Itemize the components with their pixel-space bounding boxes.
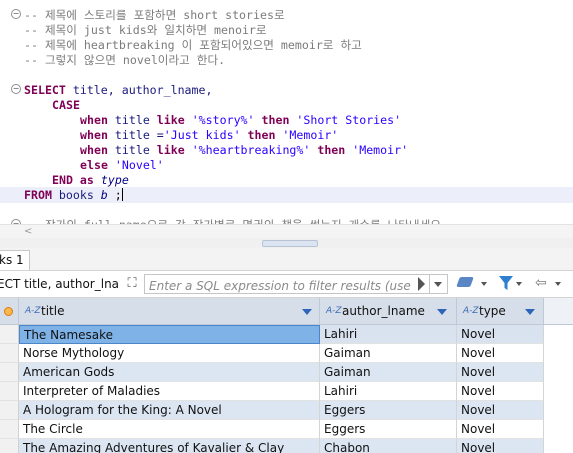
- table-row[interactable]: Norse Mythology Gaiman Novel: [0, 344, 573, 363]
- filter-field[interactable]: [144, 274, 430, 295]
- table-cell-type[interactable]: Novel: [457, 363, 544, 382]
- sort-dropdown-icon[interactable]: [437, 309, 447, 315]
- eraser-icon[interactable]: [456, 277, 474, 287]
- comment-line: -- 제목이 just kids와 일치하면 menoir로: [24, 23, 267, 37]
- chevron-down-icon: [434, 282, 442, 287]
- column-header-type[interactable]: A-Z type: [457, 298, 544, 325]
- table-cell-author-lname[interactable]: Eggers: [320, 401, 457, 420]
- comment-line: -- 그렇지 않으면 novel이라고 한다.: [24, 53, 226, 67]
- text-type-icon: A-Z: [25, 306, 41, 316]
- splitter-grip-icon[interactable]: [262, 240, 318, 247]
- sort-dropdown-icon[interactable]: [525, 309, 535, 315]
- fold-toggle-icon[interactable]: −: [11, 9, 21, 19]
- table-cell-type[interactable]: Novel: [457, 382, 544, 401]
- chevron-down-icon[interactable]: [481, 282, 487, 286]
- scroll-left-icon[interactable]: <: [24, 226, 32, 237]
- sql-line-when-3: when title like '%heartbreaking%' then '…: [80, 143, 409, 157]
- text-type-icon: A-Z: [463, 306, 479, 316]
- row-header[interactable]: [0, 344, 19, 363]
- row-header[interactable]: [0, 363, 19, 382]
- back-arrow-icon[interactable]: ⇦: [535, 276, 551, 290]
- row-header[interactable]: [0, 439, 19, 453]
- tab-results[interactable]: ks 1: [0, 250, 30, 270]
- filter-history-dropdown[interactable]: [430, 274, 448, 294]
- table-cell-type[interactable]: Novel: [457, 344, 544, 363]
- table-cell-author-lname[interactable]: Chabon: [320, 439, 457, 453]
- text-type-icon: A-Z: [326, 306, 342, 316]
- table-cell-title[interactable]: Norse Mythology: [19, 344, 320, 363]
- sql-editor[interactable]: − -- 제목에 스토리를 포함하면 short stories로 -- 제목이…: [0, 0, 573, 226]
- table-cell-type[interactable]: Novel: [457, 325, 544, 344]
- expand-icon[interactable]: ⛶: [124, 276, 140, 292]
- table-cell-type[interactable]: Novel: [457, 420, 544, 439]
- table-row[interactable]: The Namesake Lahiri Novel: [0, 325, 573, 344]
- panel-splitter[interactable]: [0, 238, 573, 248]
- table-cell-author-lname[interactable]: Eggers: [320, 420, 457, 439]
- row-header[interactable]: [0, 325, 19, 344]
- sql-line-from: FROM books b ;: [24, 188, 123, 202]
- table-row[interactable]: A Hologram for the King: A Novel Eggers …: [0, 401, 573, 420]
- comment-line: -- 제목에 스토리를 포함하면 short stories로: [24, 8, 285, 22]
- filter-input[interactable]: [145, 277, 415, 295]
- query-text-preview[interactable]: ECT title, author_lnam: [0, 275, 118, 293]
- chevron-down-icon[interactable]: [516, 282, 522, 286]
- table-cell-author-lname[interactable]: Gaiman: [320, 363, 457, 382]
- column-header-filler: [544, 298, 573, 325]
- sql-line-else: else 'Novel': [80, 158, 164, 172]
- table-cell-title[interactable]: A Hologram for the King: A Novel: [19, 401, 320, 420]
- row-header[interactable]: [0, 420, 19, 439]
- table-row[interactable]: The Amazing Adventures of Kavalier & Cla…: [0, 439, 573, 453]
- text-caret: [121, 188, 123, 201]
- table-cell-type[interactable]: Novel: [457, 439, 544, 453]
- filter-funnel-icon[interactable]: [499, 275, 513, 291]
- row-header[interactable]: [0, 382, 19, 401]
- table-cell-title[interactable]: American Gods: [19, 363, 320, 382]
- results-panel: ks 1 ECT title, author_lnam ⛶ ⇦ A-Z titl…: [0, 248, 573, 453]
- table-cell-title[interactable]: The Namesake: [19, 325, 320, 344]
- comment-line: -- 제목에 heartbreaking 이 포함되어있으면 memoir로 하…: [24, 38, 362, 52]
- table-cell-author-lname[interactable]: Gaiman: [320, 344, 457, 363]
- record-indicator-icon: [4, 307, 13, 316]
- table-cell-type[interactable]: Novel: [457, 401, 544, 420]
- column-header-author-lname[interactable]: A-Z author_lname: [320, 298, 457, 325]
- table-row[interactable]: Interpreter of Maladies Lahiri Novel: [0, 382, 573, 401]
- sql-line-when-2: when title ='Just kids' then 'Memoir': [80, 128, 339, 142]
- table-row[interactable]: American Gods Gaiman Novel: [0, 363, 573, 382]
- results-grid: A-Z title A-Z author_lname A-Z type The …: [0, 298, 573, 453]
- table-cell-title[interactable]: The Circle: [19, 420, 320, 439]
- chevron-down-icon[interactable]: [555, 282, 561, 286]
- sql-line-select: SELECT title, author_lname,: [24, 83, 213, 97]
- fold-toggle-icon[interactable]: −: [11, 84, 21, 94]
- column-header-title[interactable]: A-Z title: [19, 298, 320, 325]
- sql-line-end: END as type: [52, 173, 129, 187]
- table-cell-title[interactable]: Interpreter of Maladies: [19, 382, 320, 401]
- results-tab-bar: ks 1: [0, 248, 573, 271]
- column-label: author_lname: [342, 304, 425, 318]
- sql-line-when-1: when title like '%story%' then 'Short St…: [80, 113, 402, 127]
- table-cell-author-lname[interactable]: Lahiri: [320, 325, 457, 344]
- filter-bar: ECT title, author_lnam ⛶ ⇦: [0, 271, 573, 298]
- sort-dropdown-icon[interactable]: [302, 309, 312, 315]
- table-cell-title[interactable]: The Amazing Adventures of Kavalier & Cla…: [19, 439, 320, 453]
- editor-horizontal-scrollbar[interactable]: <: [0, 224, 573, 239]
- grid-corner[interactable]: [0, 298, 19, 325]
- apply-filter-icon[interactable]: [418, 277, 425, 291]
- sql-line-case: CASE: [52, 98, 80, 112]
- column-label: title: [41, 304, 65, 318]
- table-row[interactable]: The Circle Eggers Novel: [0, 420, 573, 439]
- row-header[interactable]: [0, 401, 19, 420]
- table-cell-author-lname[interactable]: Lahiri: [320, 382, 457, 401]
- column-label: type: [479, 304, 506, 318]
